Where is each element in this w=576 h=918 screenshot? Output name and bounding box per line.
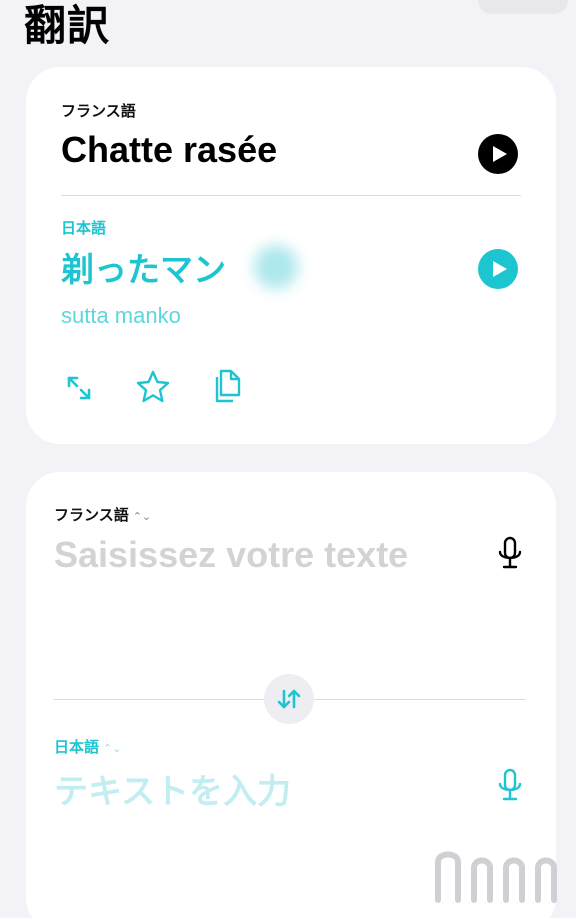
- translated-text: 剃ったマン: [61, 250, 226, 289]
- play-icon: [492, 261, 507, 277]
- page-title: 翻訳: [24, 1, 111, 50]
- target-language-selector[interactable]: 日本語 ⌃⌄: [54, 736, 121, 757]
- source-text: Chatte rasée: [61, 129, 278, 170]
- microphone-icon[interactable]: [496, 536, 524, 572]
- microphone-icon[interactable]: [496, 768, 524, 804]
- target-language-label: 日本語: [54, 738, 100, 756]
- play-source-button[interactable]: [478, 134, 518, 174]
- chevron-updown-icon: ⌃⌄: [132, 510, 152, 523]
- star-icon[interactable]: [135, 369, 171, 405]
- top-right-partial-control: [478, 0, 568, 14]
- chevron-updown-icon: ⌃⌄: [103, 742, 122, 755]
- translation-result-card: フランス語 Chatte rasée 日本語 剃ったマン sutta manko: [26, 67, 556, 444]
- divider: [61, 195, 521, 196]
- source-language-label: フランス語: [54, 506, 129, 524]
- watermark-logo: [435, 851, 557, 903]
- play-translation-button[interactable]: [478, 249, 518, 289]
- target-language-label: 日本語: [61, 219, 107, 237]
- blurred-censor: [254, 245, 298, 289]
- target-text-input[interactable]: テキストを入力: [54, 764, 291, 813]
- source-text-input[interactable]: Saisissez votre texte: [54, 534, 408, 576]
- source-language-label: フランス語: [61, 102, 136, 120]
- play-icon: [492, 146, 507, 162]
- swap-icon: [277, 689, 301, 709]
- source-language-selector[interactable]: フランス語 ⌃⌄: [54, 504, 151, 525]
- romanization-text: sutta manko: [61, 303, 181, 328]
- swap-languages-button[interactable]: [264, 674, 314, 724]
- copy-icon[interactable]: [211, 367, 247, 403]
- expand-icon[interactable]: [61, 370, 97, 406]
